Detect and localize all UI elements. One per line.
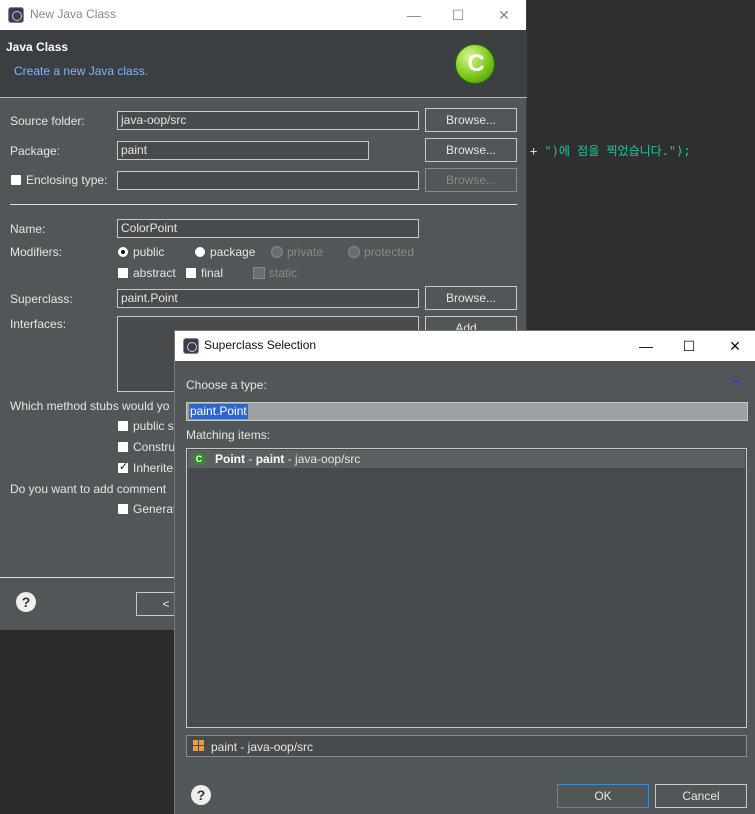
maximize-button[interactable]: ☐ [678,335,700,357]
item-separator: - [248,452,253,466]
minimize-button[interactable]: — [403,4,425,26]
editor-lower-area [0,630,174,814]
class-icon: C [193,453,205,465]
list-item-text: Point - paint - java-oop/src [215,452,360,466]
list-item[interactable]: C Point - paint - java-oop/src [188,450,745,468]
modifier-protected-label: protected [364,245,415,259]
comments-question: Do you want to add comment [10,482,167,496]
item-location: - java-oop/src [287,452,361,466]
source-folder-field[interactable]: java-oop/src [117,111,419,130]
name-label: Name: [10,222,46,236]
static-label: static [269,266,298,280]
wizard-title: Java Class [6,40,69,54]
ok-button[interactable]: OK [557,784,649,808]
help-icon[interactable]: ? [16,592,36,612]
package-icon [193,740,204,751]
enclosing-type-field[interactable] [117,171,419,190]
eclipse-app-icon [183,338,199,354]
stub-main-checkbox[interactable] [117,420,129,432]
help-icon[interactable]: ? [191,785,211,805]
enclosing-type-browse-button[interactable]: Browse... [425,168,517,192]
source-folder-browse-button[interactable]: Browse... [425,108,517,132]
choose-type-label: Choose a type: [186,378,267,392]
modifier-public-label: public [133,245,165,259]
static-checkbox[interactable] [253,267,265,279]
stub-inherited-checkbox[interactable] [117,460,129,474]
window-title: Superclass Selection [204,338,317,352]
code-plus: + [530,144,538,158]
maximize-button[interactable]: ☐ [447,4,469,26]
status-text: paint - java-oop/src [211,740,314,754]
wizard-subtitle: Create a new Java class. [14,64,149,78]
package-label: Package: [10,144,61,158]
selection-status-bar: paint - java-oop/src [186,735,747,757]
modifier-package-label: package [210,245,256,259]
enclosing-type-checkbox[interactable] [10,174,22,186]
stub-constructors-label: Constru [133,440,176,454]
code-string: ")에 점을 찍었습니다."); [544,144,691,158]
wizard-header: Java Class Create a new Java class. C [0,30,527,98]
search-selected-text: paint.Point [189,404,248,419]
modifier-private-label: private [287,245,324,259]
name-field[interactable]: ColorPoint [117,219,419,238]
superclass-selection-titlebar: Superclass Selection — ☐ ✕ [175,331,755,361]
type-search-input[interactable]: paint.Point [186,402,748,421]
enclosing-type-label: Enclosing type: [26,173,108,187]
modifiers-label: Modifiers: [10,245,63,259]
modifier-protected-radio[interactable] [348,246,360,258]
modifier-private-radio[interactable] [271,246,283,258]
cancel-button[interactable]: Cancel [655,784,747,808]
view-menu-chevron-icon[interactable] [731,380,741,386]
stub-inherited-label: Inherite [133,461,174,475]
item-type-name: Point [215,452,245,466]
matching-items-list[interactable]: C Point - paint - java-oop/src [186,448,747,728]
modifier-public-radio[interactable] [117,246,129,258]
stub-constructors-checkbox[interactable] [117,441,129,453]
superclass-browse-button[interactable]: Browse... [425,286,517,310]
final-label: final [201,266,224,280]
abstract-checkbox[interactable] [117,267,129,279]
method-stubs-question: Which method stubs would yo [10,399,170,413]
stub-main-label: public s [133,419,174,433]
source-folder-label: Source folder: [10,114,85,128]
final-checkbox[interactable] [185,267,197,279]
minimize-button[interactable]: — [635,335,657,357]
eclipse-app-icon [8,7,24,23]
interfaces-label: Interfaces: [10,317,67,331]
superclass-selection-dialog: Superclass Selection — ☐ ✕ Choose a type… [174,330,755,814]
editor-code-line: + ")에 점을 찍었습니다."); [530,142,691,159]
separator [10,204,517,205]
java-class-icon: C [455,44,495,84]
superclass-field[interactable]: paint.Point [117,289,419,308]
generate-comments-checkbox[interactable] [117,503,129,515]
close-button[interactable]: ✕ [724,335,746,357]
new-java-class-titlebar: New Java Class — ☐ ✕ [0,0,526,30]
generate-comments-label: Generat [133,502,177,516]
item-package: paint [255,452,285,466]
package-browse-button[interactable]: Browse... [425,138,517,162]
matching-items-label: Matching items: [186,428,271,442]
close-button[interactable]: ✕ [493,4,515,26]
superclass-label: Superclass: [10,292,73,306]
window-title: New Java Class [30,7,117,21]
modifier-package-radio[interactable] [194,246,206,258]
package-field[interactable]: paint [117,141,369,160]
abstract-label: abstract [133,266,176,280]
